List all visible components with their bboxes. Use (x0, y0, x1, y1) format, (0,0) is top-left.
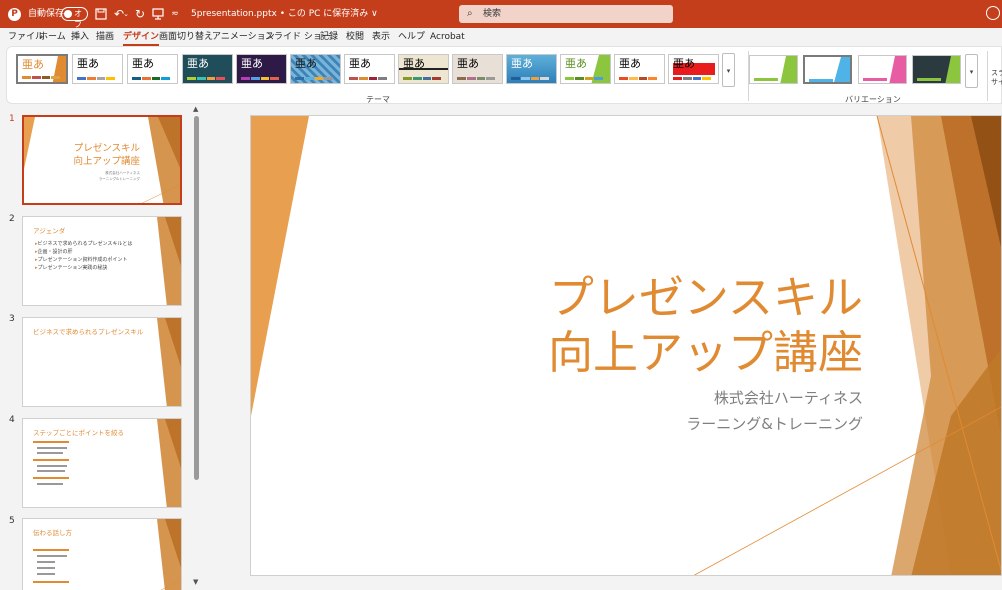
slide-subtitle-line2[interactable]: ラーニング&トレーニング (686, 415, 863, 433)
theme-ion-boardroom[interactable]: 亜あ (236, 54, 287, 84)
thumb-title-line1: プレゼンスキル (73, 143, 140, 154)
thumb-bullet: ▸企画・設計の肝 (35, 249, 73, 255)
search-box[interactable]: ⌕ 検索 (459, 5, 673, 23)
slide-title-line1[interactable]: プレゼンスキル (549, 270, 863, 325)
tab-home[interactable]: ホーム (39, 31, 66, 43)
theme-facet[interactable]: 亜あ (16, 54, 68, 84)
thumb-text-line (37, 447, 67, 449)
slide-number: 4 (9, 415, 15, 425)
thumb-title: ビジネスで求められるプレゼンスキル (33, 328, 144, 336)
thumb-title: 伝わる話し方 (33, 529, 72, 537)
redo-icon[interactable]: ↻ (133, 6, 147, 22)
thumb-bullet: ▸プレゼンテーション実践の秘訣 (35, 265, 108, 271)
theme-savon[interactable]: 亜あ (452, 54, 503, 84)
variation-2[interactable] (803, 55, 852, 84)
thumb-text-line (33, 477, 69, 479)
thumb-text-line (37, 452, 63, 454)
thumb-text-line (33, 441, 69, 443)
thumb-title-line2: 向上アップ講座 (73, 156, 140, 167)
tab-acrobat[interactable]: Acrobat (430, 31, 465, 43)
tab-record[interactable]: 記録 (320, 31, 338, 43)
powerpoint-logo-icon: P (8, 8, 21, 21)
thumb-text-line (33, 459, 69, 461)
slide-thumbnail-1[interactable]: プレゼンスキル 向上アップ講座 株式会社ハーティネス ラーニング&トレーニング (22, 115, 182, 205)
search-icon: ⌕ (467, 8, 473, 19)
user-account-icon[interactable] (986, 6, 1000, 20)
slide-number: 3 (9, 314, 15, 324)
save-icon[interactable] (94, 6, 108, 22)
tab-help[interactable]: ヘルプ (398, 31, 425, 43)
slide-thumbnail-3[interactable]: ビジネスで求められるプレゼンスキル (22, 317, 182, 407)
thumb-title: アジェンダ (33, 227, 66, 235)
thumb-text-line (37, 555, 67, 557)
theme-dividend[interactable]: 亜あ (290, 54, 341, 84)
tab-design[interactable]: デザイン (123, 31, 160, 46)
variations-group-label: バリエーション (845, 95, 901, 104)
thumb-text-line (37, 561, 55, 563)
tab-insert[interactable]: 挿入 (71, 31, 89, 43)
design-ribbon: 亜あ 亜あ 亜あ 亜あ 亜あ 亜あ 亜あ 亜あ 亜あ 亜あ 亜あ 亜あ 亜あ ▾… (6, 46, 1002, 104)
thumb-text-line (33, 549, 69, 551)
slide-thumbnail-4[interactable]: ステップごとにポイントを絞る (22, 418, 182, 508)
thumb-text-line (37, 465, 67, 467)
customize-toolbar-icon[interactable]: ≂ (168, 6, 182, 22)
scroll-up-arrow-icon[interactable]: ▲ (193, 105, 198, 113)
autosave-label: 自動保存 (28, 9, 65, 19)
thumb-subtitle-2: ラーニング&トレーニング (98, 177, 140, 181)
theme-retrospect[interactable]: 亜あ (614, 54, 665, 84)
autosave-toggle[interactable]: オフ (61, 7, 88, 29)
thumb-bullet: ▸ビジネスで求められるプレゼンスキルとは (35, 241, 133, 247)
theme-frame[interactable]: 亜あ (344, 54, 395, 84)
slide-thumbnail-pane: 1 プレゼンスキル 向上アップ講座 株式会社ハーティネス ラーニング&トレーニン… (0, 106, 206, 590)
thumb-text-line (33, 581, 69, 583)
tab-draw[interactable]: 描画 (96, 31, 114, 43)
thumb-bullet: ▸プレゼンテーション資料作成のポイント (35, 257, 128, 263)
toggle-knob (64, 10, 72, 18)
tab-review[interactable]: 校閲 (346, 31, 364, 43)
theme-ion[interactable]: 亜あ (182, 54, 233, 84)
title-bar: P 自動保存 オフ ↶ ⌄ ↻ ≂ 5presentation.pptx • こ… (0, 0, 1002, 29)
thumb-text-line (37, 483, 63, 485)
autosave-toggle-label: オフ (74, 9, 82, 29)
thumb-text-line (37, 470, 65, 472)
theme-office[interactable]: 亜あ (72, 54, 123, 84)
variation-1[interactable] (749, 55, 798, 84)
thumb-text-line (37, 567, 55, 569)
slide-thumbnail-5[interactable]: 伝わる話し方 (22, 518, 182, 590)
tab-view[interactable]: 表示 (372, 31, 390, 43)
theme-red[interactable]: 亜あ (668, 54, 719, 84)
variation-3[interactable] (858, 55, 907, 84)
main-slide-canvas[interactable]: プレゼンスキル 向上アップ講座 株式会社ハーティネス ラーニング&トレーニング (250, 115, 1002, 576)
theme-office-2[interactable]: 亜あ (127, 54, 178, 84)
scroll-down-arrow-icon[interactable]: ▼ (193, 578, 198, 586)
theme-wisp[interactable]: 亜あ (560, 54, 611, 84)
presentation-start-icon[interactable] (151, 6, 165, 22)
thumb-subtitle-1: 株式会社ハーティネス (105, 171, 140, 175)
thumbnail-scrollbar[interactable]: ▲ ▼ (193, 105, 200, 588)
variations-more-button[interactable]: ▾ (965, 54, 978, 88)
slide-number: 1 (9, 114, 15, 124)
group-divider-2 (987, 51, 988, 101)
slide-title-line2[interactable]: 向上アップ講座 (548, 325, 863, 380)
variation-4[interactable] (912, 55, 961, 84)
scrollbar-thumb[interactable] (194, 116, 199, 480)
slide-subtitle-line1[interactable]: 株式会社ハーティネス (714, 389, 863, 407)
tab-transitions[interactable]: 画面切り替え (159, 31, 213, 43)
search-placeholder: 検索 (483, 9, 502, 19)
thumb-title: ステップごとにポイントを絞る (33, 429, 124, 437)
undo-dropdown-icon[interactable]: ⌄ (123, 6, 129, 22)
slide-thumbnail-2[interactable]: アジェンダ ▸ビジネスで求められるプレゼンスキルとは ▸企画・設計の肝 ▸プレゼ… (22, 216, 182, 306)
theme-organic[interactable]: 亜あ (398, 54, 449, 84)
thumb-text-line (37, 573, 55, 575)
slide-number: 2 (9, 214, 15, 224)
slide-number: 5 (9, 516, 15, 526)
themes-group-label: テーマ (366, 95, 390, 104)
ribbon-tabs: ファイル ホーム 挿入 描画 デザイン 画面切り替え アニメーション スライド … (0, 28, 1002, 46)
theme-wisp-blue[interactable]: 亜あ (506, 54, 557, 84)
document-filename[interactable]: 5presentation.pptx • この PC に保存済み ∨ (191, 8, 378, 20)
themes-more-button[interactable]: ▾ (722, 53, 735, 87)
slide-size-button[interactable]: スラ サイ (991, 69, 1002, 87)
